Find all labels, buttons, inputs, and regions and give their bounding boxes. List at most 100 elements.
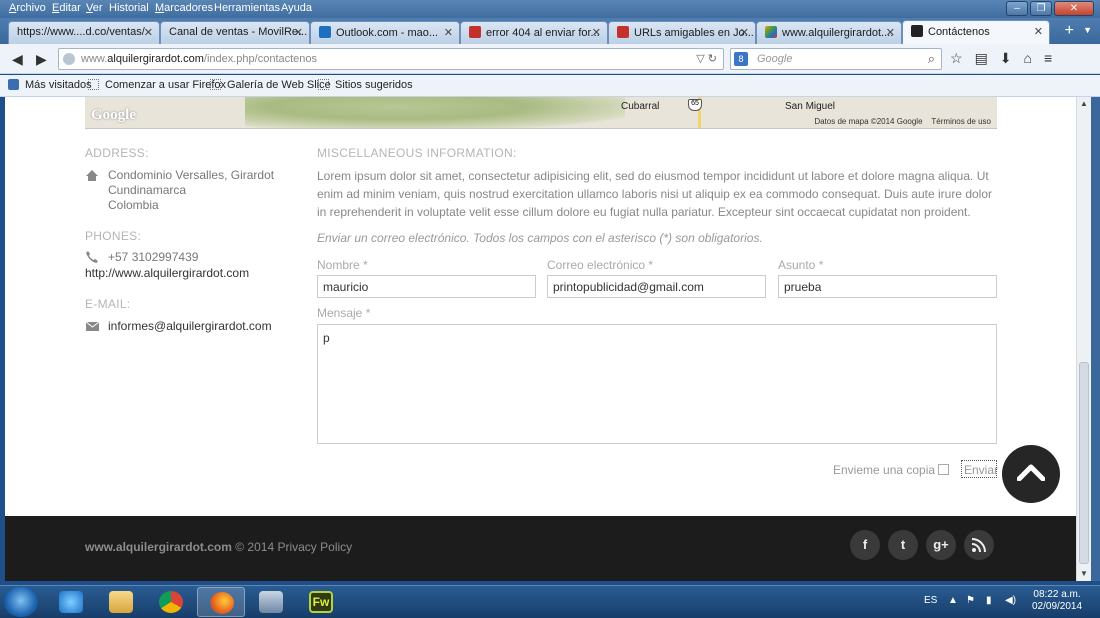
send-button[interactable]: Enviar <box>961 460 998 478</box>
tab-outlook[interactable]: Outlook.com - mao... ✕ <box>310 21 460 44</box>
email-label: Correo electrónico * <box>547 258 654 272</box>
file-explorer-icon[interactable] <box>97 587 145 617</box>
maximize-button[interactable]: ❐ <box>1030 1 1052 16</box>
close-tab-icon[interactable]: ✕ <box>592 26 601 39</box>
language-indicator[interactable]: ES <box>924 595 937 606</box>
home-icon[interactable]: ⌂ <box>1024 50 1032 67</box>
bookmark-comenzar-firefox[interactable]: Comenzar a usar Firefox <box>88 79 226 91</box>
menu-icon[interactable]: ≡ <box>1044 50 1052 67</box>
menu-marcadores[interactable]: Marcadores <box>155 2 213 14</box>
outlook-icon <box>319 26 331 38</box>
system-clock[interactable]: 08:22 a.m. 02/09/2014 <box>1032 589 1082 613</box>
url-bar[interactable]: www.alquilergirardot.com/index.php/conta… <box>58 48 724 70</box>
download-icon[interactable]: ⬇ <box>1000 50 1012 67</box>
website-link[interactable]: http://www.alquilergirardot.com <box>85 266 249 281</box>
back-to-top-button[interactable] <box>1002 445 1060 503</box>
forward-button[interactable]: ▶ <box>36 51 47 68</box>
name-field[interactable] <box>317 275 536 298</box>
reload-icon[interactable]: ↻ <box>708 53 717 65</box>
address-line: Condominio Versalles, Girardot <box>108 168 275 182</box>
email-field[interactable] <box>547 275 766 298</box>
tab-title: Canal de ventas - MovilRe... <box>169 26 308 38</box>
bookmark-mas-visitados[interactable]: Más visitados <box>8 79 92 91</box>
close-tab-icon[interactable]: ✕ <box>1034 25 1043 38</box>
map-place-label: Cubarral <box>621 101 660 112</box>
bookmarks-toolbar: Más visitados Comenzar a usar Firefox Ga… <box>0 75 1100 97</box>
close-window-button[interactable]: ✕ <box>1054 1 1094 16</box>
footer-rest: © 2014 Privacy Policy <box>231 540 353 554</box>
map-credits: Datos de mapa ©2014 Google <box>814 117 923 126</box>
tab-movilred[interactable]: Canal de ventas - MovilRe... ✕ <box>160 21 310 44</box>
address-line: Cundinamarca <box>108 183 187 197</box>
tab-ventas[interactable]: https://www....d.co/ventas/ ✕ <box>8 21 160 44</box>
google-plus-icon[interactable]: g+ <box>926 530 956 560</box>
bookmark-sitios-sugeridos[interactable]: Sitios sugeridos <box>318 79 413 91</box>
bookmark-star-icon[interactable]: ☆ <box>950 50 963 67</box>
misc-text: Lorem ipsum dolor sit amet, consectetur … <box>317 169 992 219</box>
tab-bar: https://www....d.co/ventas/ ✕ Canal de v… <box>0 18 1100 44</box>
network-app-icon[interactable] <box>247 587 295 617</box>
phones-heading: PHONES: <box>85 229 142 243</box>
tab-contactenos[interactable]: Contáctenos ✕ <box>902 20 1050 44</box>
bookmarks-list-icon[interactable]: ▤ <box>975 50 988 67</box>
tab-title: https://www....d.co/ventas/ <box>17 26 145 38</box>
close-tab-icon[interactable]: ✕ <box>294 26 303 39</box>
close-tab-icon[interactable]: ✕ <box>144 26 153 39</box>
clock-time: 08:22 a.m. <box>1033 589 1081 600</box>
internet-explorer-icon[interactable] <box>47 587 95 617</box>
fireworks-icon[interactable]: Fw <box>297 587 345 617</box>
menu-archivo[interactable]: Archivo <box>9 2 46 14</box>
volume-icon[interactable]: ◀) <box>1005 595 1016 606</box>
scroll-down-icon[interactable]: ▼ <box>1080 569 1088 578</box>
chevron-up-icon <box>1017 464 1045 481</box>
tab-alquilergirardot[interactable]: www.alquilergirardot.... ✕ <box>756 21 902 44</box>
menu-ayuda[interactable]: Ayuda <box>281 2 312 14</box>
message-field[interactable]: p <box>317 324 997 444</box>
show-hidden-icons[interactable]: ▲ <box>948 595 958 606</box>
new-tab-button[interactable]: + <box>1065 22 1074 40</box>
rss-icon[interactable] <box>964 530 994 560</box>
menu-herramientas[interactable]: Herramientas <box>214 2 280 14</box>
tab-urls-amigables[interactable]: URLs amigables en Jo... ✕ <box>608 21 756 44</box>
dropdown-arrow-icon[interactable]: ▽ <box>696 53 704 65</box>
firefox-icon[interactable] <box>197 587 245 617</box>
minimize-button[interactable]: – <box>1006 1 1028 16</box>
close-tab-icon[interactable]: ✕ <box>444 26 453 39</box>
network-icon[interactable]: ▮ <box>986 595 992 606</box>
close-tab-icon[interactable]: ✕ <box>886 26 895 39</box>
search-input[interactable]: 8 Google ⌕ <box>730 48 942 70</box>
email-link[interactable]: informes@alquilergirardot.com <box>108 319 272 334</box>
search-icon[interactable]: ⌕ <box>928 51 935 67</box>
tab-title: Contáctenos <box>928 26 990 38</box>
tab-title: error 404 al enviar for... <box>486 27 600 39</box>
chrome-icon[interactable] <box>147 587 195 617</box>
scroll-thumb[interactable] <box>1079 362 1089 564</box>
windows-taskbar: Fw ES ▲ ⚑ ▮ ◀) 08:22 a.m. 02/09/2014 <box>0 585 1100 618</box>
facebook-icon[interactable]: f <box>850 530 880 560</box>
start-button[interactable] <box>4 587 38 617</box>
form-notice: Enviar un correo electrónico. Todos los … <box>317 231 763 245</box>
url-path: /index.php/contactenos <box>203 53 318 65</box>
google-icon[interactable]: 8 <box>734 52 748 66</box>
action-center-icon[interactable]: ⚑ <box>966 595 975 606</box>
twitter-icon[interactable]: t <box>888 530 918 560</box>
site-favicon-icon <box>469 26 481 38</box>
copy-label: Envieme una copia <box>833 463 936 477</box>
subject-field[interactable] <box>778 275 997 298</box>
menu-editar[interactable]: Editar <box>52 2 81 14</box>
message-label: Mensaje * <box>317 306 371 320</box>
close-tab-icon[interactable]: ✕ <box>740 26 749 39</box>
page-scrollbar[interactable]: ▲ ▼ <box>1076 97 1091 581</box>
back-button[interactable]: ◀ <box>12 51 23 68</box>
bookmark-galeria-web-slice[interactable]: Galería de Web Slice <box>210 79 331 91</box>
google-map[interactable]: Google Cubarral 65 San Miguel Datos de m… <box>85 97 997 129</box>
scroll-up-icon[interactable]: ▲ <box>1080 99 1088 108</box>
tab-error-404[interactable]: error 404 al enviar for... ✕ <box>460 21 608 44</box>
map-terms-link[interactable]: Términos de uso <box>931 117 991 126</box>
address-lines: Condominio Versalles, Girardot Cundinama… <box>108 168 274 213</box>
tab-list-icon[interactable]: ▼ <box>1083 25 1092 35</box>
menu-ver[interactable]: Ver <box>86 2 103 14</box>
footer-site-link[interactable]: www.alquilergirardot.com <box>85 540 232 554</box>
copy-checkbox[interactable] <box>938 464 949 475</box>
menu-historial[interactable]: Historial <box>109 2 149 14</box>
